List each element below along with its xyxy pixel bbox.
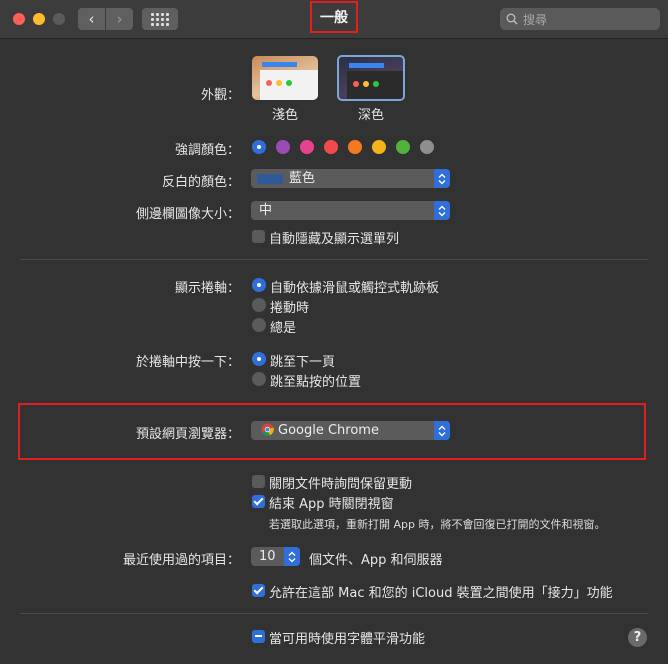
jump-next-page-label: 跳至下一頁 [270, 355, 336, 370]
appearance-light-thumbnail[interactable] [252, 56, 318, 100]
recent-items-suffix: 個文件、App 和伺服器 [309, 553, 443, 568]
minimize-window-button[interactable] [33, 13, 45, 25]
font-smoothing-label: 當可用時使用字體平滑功能 [269, 632, 426, 647]
accent-color-label: 強調顏色： [174, 143, 240, 158]
scrollbars-auto-radio[interactable] [252, 278, 266, 292]
recent-items-popup[interactable]: 10 [251, 547, 300, 566]
search-placeholder: 搜尋 [523, 12, 548, 27]
highlight-swatch [257, 173, 283, 184]
help-button[interactable]: ? [628, 628, 647, 647]
recent-items-label: 最近使用過的項目： [122, 553, 240, 568]
close-windows-note: 若選取此選項，重新打開 App 時，將不會回復已打開的文件和視窗。 [269, 518, 606, 531]
chevron-right-icon: › [116, 10, 123, 28]
auto-hide-menu-label: 自動隱藏及顯示選單列 [269, 232, 400, 247]
show-scrollbars-label: 顯示捲軸： [174, 281, 240, 296]
title-bar: ‹ › 一般 搜尋 [0, 0, 668, 39]
back-button[interactable]: ‹ [78, 8, 105, 30]
handoff-label: 允許在這部 Mac 和您的 iCloud 裝置之間使用「接力」功能 [269, 586, 613, 601]
popup-arrows-icon [434, 169, 450, 188]
popup-arrows-icon [434, 201, 450, 220]
show-all-button[interactable] [142, 8, 178, 30]
close-windows-checkbox[interactable] [252, 495, 265, 508]
close-windows-label: 結束 App 時關閉視窗 [269, 497, 394, 512]
forward-button[interactable]: › [106, 8, 133, 30]
scrollbars-always-radio[interactable] [252, 318, 266, 332]
handoff-checkbox[interactable] [252, 584, 265, 597]
scrollbars-always-label: 總是 [270, 321, 297, 336]
jump-to-spot-label: 跳至點按的位置 [270, 375, 362, 390]
default-browser-popup[interactable]: Google Chrome [251, 421, 450, 440]
divider [20, 613, 648, 614]
close-window-button[interactable] [13, 13, 25, 25]
highlight-color-value: 藍色 [289, 171, 316, 186]
highlight-color-label: 反白的顏色： [161, 175, 240, 190]
appearance-label: 外觀： [200, 88, 240, 103]
sidebar-icon-size-label: 側邊欄圖像大小： [135, 207, 240, 222]
accent-color-swatch[interactable] [420, 140, 434, 154]
search-icon [506, 13, 518, 25]
accent-color-swatch[interactable] [300, 140, 314, 154]
appearance-dark-thumbnail[interactable] [337, 55, 405, 101]
chrome-icon [261, 423, 274, 436]
scrollbars-when-scrolling-label: 捲動時 [270, 301, 310, 316]
ask-keep-changes-checkbox[interactable] [252, 475, 265, 488]
scrollbars-when-scrolling-radio[interactable] [252, 298, 266, 312]
divider [20, 259, 648, 260]
sidebar-icon-size-popup[interactable]: 中 [251, 201, 450, 220]
popup-arrows-icon [434, 421, 450, 440]
auto-hide-menu-checkbox[interactable] [252, 230, 265, 243]
window-title: 一般 [310, 1, 358, 33]
accent-color-swatch[interactable] [396, 140, 410, 154]
sidebar-icon-size-value: 中 [259, 203, 273, 218]
default-browser-label: 預設網頁瀏覽器： [135, 427, 240, 442]
chevron-left-icon: ‹ [88, 10, 95, 28]
scrollbars-auto-label: 自動依據滑鼠或觸控式軌跡板 [270, 281, 440, 296]
accent-color-swatch[interactable] [372, 140, 386, 154]
popup-arrows-icon [284, 547, 300, 566]
recent-items-value: 10 [259, 549, 276, 564]
accent-color-swatch[interactable] [252, 140, 266, 154]
appearance-dark-label: 深色 [357, 108, 384, 123]
highlight-color-popup[interactable]: 藍色 [251, 169, 450, 188]
accent-color-swatch[interactable] [348, 140, 362, 154]
grid-icon [151, 12, 169, 26]
zoom-window-button[interactable] [53, 13, 65, 25]
default-browser-value: Google Chrome [278, 423, 379, 438]
search-field[interactable]: 搜尋 [500, 8, 660, 30]
appearance-light-label: 淺色 [271, 108, 298, 123]
jump-to-spot-radio[interactable] [252, 372, 266, 386]
ask-keep-changes-label: 關閉文件時詢問保留更動 [269, 477, 413, 492]
font-smoothing-checkbox[interactable] [252, 630, 265, 643]
accent-color-swatch[interactable] [324, 140, 338, 154]
jump-next-page-radio[interactable] [252, 352, 266, 366]
click-scrollbar-label: 於捲軸中按一下： [135, 355, 240, 370]
accent-color-swatch[interactable] [276, 140, 290, 154]
